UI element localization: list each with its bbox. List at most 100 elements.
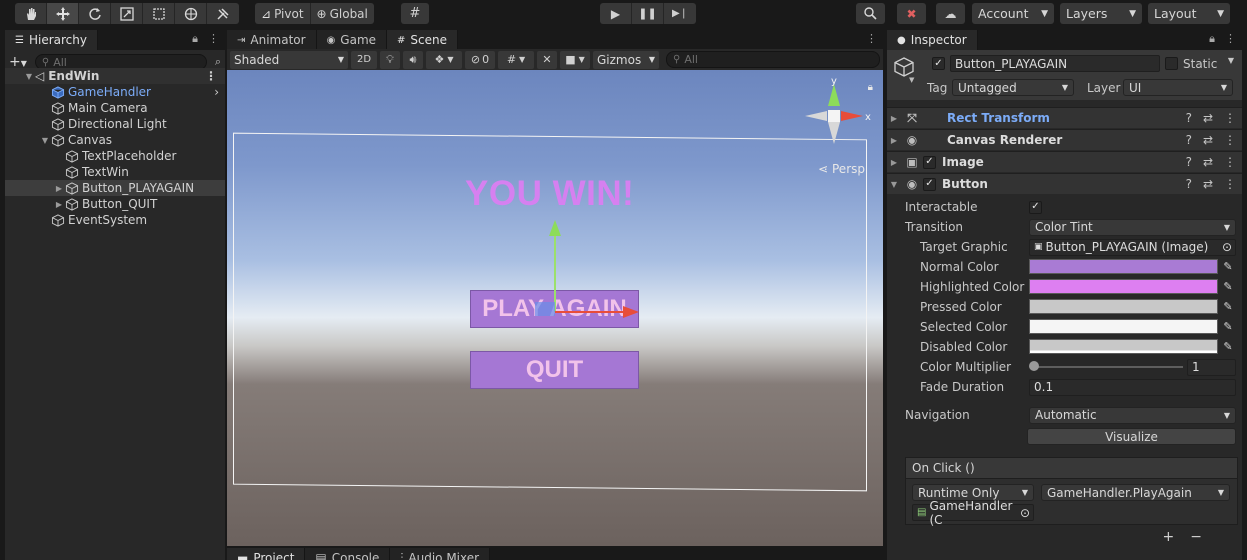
cloud-button[interactable]: ☁ (936, 3, 965, 24)
chevron-down-icon[interactable]: ▼ (1228, 56, 1234, 65)
transform-tool-button[interactable] (175, 3, 207, 24)
presets-icon[interactable]: ⇄ (1203, 177, 1213, 191)
static-checkbox[interactable] (1165, 57, 1178, 70)
step-button[interactable]: ▶❘ (664, 3, 696, 24)
axis-y-cone-icon[interactable] (828, 84, 840, 106)
chevron-down-icon[interactable]: ▼ (887, 180, 901, 189)
color-swatch[interactable] (1029, 278, 1218, 294)
move-tool-button[interactable] (47, 3, 79, 24)
color-multiplier-slider-track[interactable] (1033, 366, 1183, 368)
more-menu-icon[interactable]: ⋮ (1225, 32, 1236, 46)
account-dropdown[interactable]: Account ▼ (972, 3, 1054, 24)
list-item[interactable]: EventSystem (5, 212, 225, 228)
disabled-color-field[interactable]: ✎ (1029, 338, 1236, 356)
global-toggle[interactable]: ⊕ Global (311, 3, 374, 24)
tab-scene[interactable]: # Scene (387, 30, 459, 50)
help-icon[interactable]: ? (1186, 133, 1192, 147)
grid-snap-button[interactable]: # (401, 3, 429, 24)
presets-icon[interactable]: ⇄ (1203, 111, 1213, 125)
orientation-gizmo[interactable]: y x (797, 78, 877, 150)
hand-tool-button[interactable] (15, 3, 47, 24)
scene-search-input[interactable]: ⚲ All (666, 51, 880, 68)
add-event-button[interactable]: + (1163, 529, 1175, 545)
gizmo-y-arrow-icon[interactable] (549, 220, 561, 236)
list-item[interactable]: TextWin (5, 164, 225, 180)
tab-game[interactable]: ◉ Game (316, 30, 388, 50)
chevron-down-icon[interactable]: ▼ (909, 76, 914, 84)
color-swatch[interactable] (1029, 338, 1218, 354)
tab-inspector[interactable]: ● Inspector (887, 30, 978, 50)
more-menu-icon[interactable]: ⋮ (205, 69, 217, 83)
audio-toggle[interactable]: 🔊︎ (403, 50, 423, 69)
list-item[interactable]: TextPlaceholder (5, 148, 225, 164)
lock-icon[interactable]: 🔒︎ (868, 82, 873, 93)
color-multiplier-input[interactable]: 1 (1187, 358, 1236, 376)
gizmos-dropdown[interactable]: Gizmos ▼ (593, 50, 659, 69)
interactable-checkbox[interactable]: ✓ (1029, 200, 1042, 214)
expand-arrow-icon[interactable]: ▶ (53, 200, 65, 209)
lock-icon[interactable]: 🔒︎ (192, 32, 198, 46)
axis-x-cone-icon[interactable] (841, 111, 863, 121)
list-item[interactable]: ▶ Button_PLAYAGAIN (5, 180, 225, 196)
more-menu-icon[interactable]: ⋮ (1224, 177, 1236, 191)
component-enabled-checkbox[interactable]: ✓ (923, 155, 936, 169)
help-icon[interactable]: ? (1186, 155, 1192, 169)
list-item[interactable]: ▼ Canvas (5, 132, 225, 148)
gizmo-plane-handle[interactable] (535, 302, 555, 316)
toggle-2d-button[interactable]: 2D (351, 50, 377, 69)
lock-icon[interactable]: 🔒︎ (1209, 32, 1215, 46)
color-swatch[interactable] (1029, 318, 1218, 334)
more-menu-icon[interactable]: ⋮ (1224, 133, 1236, 147)
tab-audio-mixer[interactable]: ⫶ Audio Mixer (390, 548, 491, 560)
scene-viewport[interactable]: YOU WIN! PLAY AGAIN QUIT y x 🔒︎ ⋖ Persp (227, 70, 883, 546)
gizmo-x-arrow-icon[interactable] (623, 306, 639, 318)
color-swatch[interactable] (1029, 298, 1218, 314)
help-icon[interactable]: ? (1186, 111, 1192, 125)
presets-icon[interactable]: ⇄ (1203, 155, 1213, 169)
move-gizmo[interactable] (527, 218, 647, 334)
tab-animator[interactable]: ⇥ Animator (227, 30, 317, 50)
eyedropper-icon[interactable]: ✎ (1220, 339, 1236, 354)
help-icon[interactable]: ? (1186, 177, 1192, 191)
transition-dropdown[interactable]: Color Tint ▼ (1029, 218, 1236, 236)
scene-tools-button[interactable]: ✕ (537, 50, 557, 69)
scene-root-row[interactable]: ▼ ◁ EndWin ⋮ (5, 68, 225, 84)
chevron-right-icon[interactable]: › (214, 85, 219, 99)
component-canvas-renderer[interactable]: ▶ ◉ Canvas Renderer ? ⇄ ⋮ (887, 129, 1242, 150)
quit-button[interactable]: QUIT (470, 351, 639, 389)
presets-icon[interactable]: ⇄ (1203, 133, 1213, 147)
component-image[interactable]: ▶ ▣ ✓ Image ? ⇄ ⋮ (887, 151, 1242, 172)
chevron-right-icon[interactable]: ▶ (887, 136, 901, 145)
effects-dropdown[interactable]: ❖ ▼ (426, 50, 462, 69)
rotate-tool-button[interactable] (79, 3, 111, 24)
pressed-color-field[interactable]: ✎ (1029, 298, 1236, 316)
collab-button[interactable]: ✖ (897, 3, 926, 24)
lighting-toggle[interactable]: 💡︎ (380, 50, 400, 69)
function-dropdown[interactable]: GameHandler.PlayAgain ▼ (1041, 484, 1230, 501)
search-by-type-icon[interactable]: ⌕ (215, 55, 221, 69)
perspective-toggle[interactable]: ⋖ Persp (818, 162, 865, 176)
scale-tool-button[interactable] (111, 3, 143, 24)
pivot-toggle[interactable]: ⊿ Pivot (255, 3, 311, 24)
object-picker-icon[interactable]: ⊙ (1020, 506, 1030, 520)
expand-arrow-icon[interactable]: ▼ (23, 72, 35, 81)
eyedropper-icon[interactable]: ✎ (1220, 279, 1236, 294)
normal-color-field[interactable]: ✎ (1029, 258, 1236, 276)
shading-mode-dropdown[interactable]: Shaded ▼ (230, 50, 348, 69)
list-item[interactable]: ▶ Button_QUIT (5, 196, 225, 212)
component-enabled-checkbox[interactable]: ✓ (923, 177, 936, 191)
selected-color-field[interactable]: ✎ (1029, 318, 1236, 336)
target-graphic-field[interactable]: ▣ Button_PLAYAGAIN (Image) ⊙ (1029, 238, 1236, 256)
layout-dropdown[interactable]: Layout ▼ (1148, 3, 1230, 24)
color-multiplier-slider-handle[interactable] (1029, 361, 1039, 371)
more-menu-icon[interactable]: ⋮ (866, 32, 877, 45)
rect-tool-button[interactable] (143, 3, 175, 24)
custom-tool-button[interactable] (207, 3, 239, 24)
eyedropper-icon[interactable]: ✎ (1220, 299, 1236, 314)
pause-button[interactable]: ❚❚ (632, 3, 664, 24)
expand-arrow-icon[interactable]: ▼ (39, 136, 51, 145)
hidden-objects-toggle[interactable]: ⊘ 0 (465, 50, 495, 69)
chevron-right-icon[interactable]: ▶ (887, 158, 901, 167)
list-item[interactable]: GameHandler › (5, 84, 225, 100)
camera-dropdown[interactable]: ■ ▼ (560, 50, 590, 69)
